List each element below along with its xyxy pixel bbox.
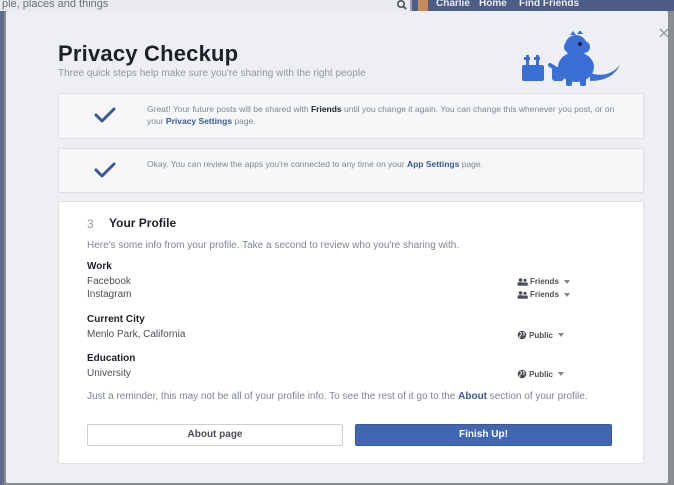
about-page-button[interactable]: About page	[87, 424, 343, 446]
current-city-heading: Current City	[87, 314, 145, 325]
globe-icon	[517, 330, 527, 340]
avatar[interactable]	[418, 0, 428, 11]
step-1-audience: Friends	[310, 104, 342, 114]
privacy-settings-link[interactable]: Privacy Settings	[166, 116, 232, 126]
dialog-subtitle: Three quick steps help make sure you're …	[58, 68, 366, 79]
current-city-label: Menlo Park, California	[87, 329, 186, 340]
search-box[interactable]: ple, places and things	[0, 0, 410, 11]
audience-selector[interactable]: Public	[517, 330, 607, 342]
work-heading: Work	[87, 261, 112, 272]
background-page	[0, 11, 4, 485]
education-label: University	[87, 368, 131, 379]
nav-profile-link[interactable]: Charlie	[436, 0, 470, 9]
friends-icon	[517, 291, 528, 299]
step-2-text: Okay. You can review the apps you're con…	[147, 158, 627, 170]
step-1-text-a: Great! Your future posts will be shared …	[147, 104, 311, 114]
caret-down-icon	[563, 292, 570, 297]
audience-label: Friends	[530, 277, 559, 287]
step-1-posts-card: Great! Your future posts will be shared …	[58, 93, 644, 139]
about-link[interactable]: About	[458, 391, 487, 402]
search-input[interactable]: ple, places and things	[2, 0, 108, 10]
top-navigation-bar: ple, places and things Charlie Home Find…	[0, 0, 674, 11]
step-2-text-a: Okay. You can review the apps you're con…	[147, 159, 407, 169]
caret-down-icon	[558, 333, 565, 337]
reminder-text-b: section of your profile.	[487, 391, 588, 402]
audience-selector[interactable]: Friends	[517, 277, 607, 289]
app-settings-link[interactable]: App Settings	[407, 159, 459, 169]
step-1-text-c: page.	[232, 116, 256, 126]
nav-home-link[interactable]: Home	[479, 0, 507, 9]
globe-icon	[517, 369, 527, 379]
audience-selector[interactable]: Friends	[517, 290, 607, 302]
audience-label: Public	[529, 369, 554, 379]
caret-down-icon	[563, 279, 570, 284]
check-icon	[94, 162, 116, 178]
step-2-apps-card: Okay. You can review the apps you're con…	[58, 148, 644, 193]
dialog-title: Privacy Checkup	[58, 41, 239, 66]
caret-down-icon	[558, 372, 565, 376]
step-1-text: Great! Your future posts will be shared …	[147, 103, 627, 127]
audience-selector[interactable]: Public	[517, 369, 607, 381]
close-icon[interactable]	[658, 27, 670, 39]
step-number: 3	[87, 217, 94, 231]
reminder-text: Just a reminder, this may not be all of …	[87, 390, 617, 403]
education-heading: Education	[87, 353, 136, 364]
finish-up-button[interactable]: Finish Up!	[355, 424, 612, 446]
audience-label: Friends	[530, 290, 559, 300]
friends-icon	[517, 278, 528, 286]
step-3-profile-card: 3 Your Profile Here's some info from you…	[58, 201, 644, 464]
search-icon[interactable]	[394, 0, 410, 11]
reminder-text-a: Just a reminder, this may not be all of …	[87, 391, 459, 402]
work-item-label: Facebook	[87, 276, 131, 287]
profile-intro-text: Here's some info from your profile. Take…	[87, 240, 460, 251]
profile-section-title: Your Profile	[109, 216, 177, 230]
work-item-label: Instagram	[87, 289, 132, 300]
nav-find-friends-link[interactable]: Find Friends	[519, 0, 579, 9]
step-2-text-b: page.	[459, 159, 483, 169]
privacy-checkup-dialog: Privacy Checkup Three quick steps help m…	[6, 11, 670, 483]
check-icon	[94, 107, 116, 123]
privacy-dinosaur-icon	[522, 31, 620, 86]
audience-label: Public	[529, 330, 554, 340]
